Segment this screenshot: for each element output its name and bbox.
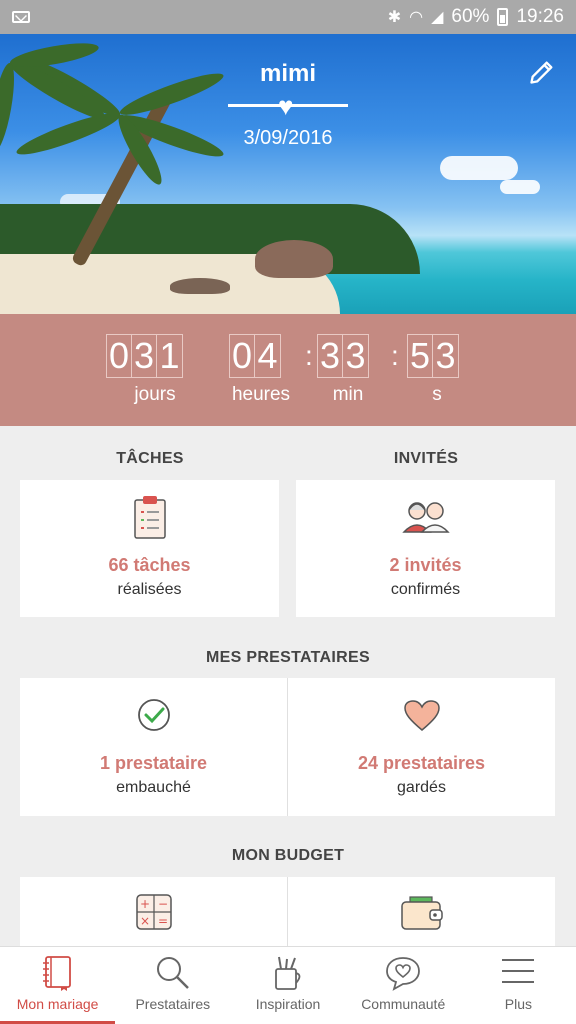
wallet-icon [400,896,443,930]
svg-text:−: − [157,897,167,911]
bottom-navigation: Mon mariage Prestataires Inspiration Com… [0,946,576,1024]
budget-title: MON BUDGET [231,847,345,864]
budget-card: + − × = [20,877,555,957]
tasks-subtitle: réalisées [117,581,182,598]
digit: 5 [408,335,433,377]
countdown-separator: : [391,340,399,371]
digit: 3 [345,335,366,376]
clipboard-icon [133,496,166,539]
nav-communaute[interactable]: Communauté [346,947,461,1024]
digit: 3 [318,335,343,377]
nav-label: Communauté [361,996,446,1012]
wifi-icon: ◠ [409,9,424,26]
nav-plus[interactable]: Plus [461,947,576,1024]
nav-label: Plus [504,996,533,1012]
menu-icon [502,959,535,983]
edit-pencil-icon[interactable] [528,58,556,86]
countdown-days: 0 3 1 [106,334,183,378]
status-bar: ✱ ◠ ◢ 60% 19:26 [0,0,576,34]
svg-text:+: + [139,897,149,911]
search-icon [156,957,189,989]
countdown: 0 3 1 0 4 : 3 3 : 5 3 jours heures min s [0,314,576,426]
vendors-hired[interactable]: 1 prestataire embauché [20,678,287,816]
svg-text:×: × [139,914,149,928]
hero-banner: mimi ♥ 3/09/2016 [0,34,576,314]
nav-inspiration[interactable]: Inspiration [230,947,345,1024]
days-label: jours [134,384,176,405]
calculator-icon: + − × = [135,894,172,930]
guests-card[interactable]: 2 invités confirmés [296,480,555,617]
nav-label: Inspiration [255,996,321,1012]
digit: 1 [159,335,180,376]
clock: 19:26 [516,6,564,27]
vendors-hired-subtitle: embauché [116,779,191,796]
vendors-title: MES PRESTATAIRES [206,649,370,666]
wedding-date: 3/09/2016 [243,127,333,149]
minutes-label: min [332,384,364,405]
bluetooth-icon: ✱ [387,9,402,26]
digit: 0 [230,335,255,377]
guests-count: 2 invités [389,555,462,575]
nav-label: Prestataires [135,996,211,1012]
battery-percent: 60% [451,6,490,27]
digit: 3 [132,335,157,377]
heart-icon: ♥ [278,91,294,121]
budget-wallet[interactable] [288,877,555,957]
hours-label: heures [231,384,291,405]
checkmark-circle-icon [137,699,170,731]
guests-title: INVITÉS [393,450,459,467]
status-right: ✱ ◠ ◢ 60% 19:26 [388,6,564,28]
nav-prestataires[interactable]: Prestataires [115,947,230,1024]
budget-calculator[interactable]: + − × = [20,877,287,957]
digit: 3 [435,335,456,376]
vendors-saved-subtitle: gardés [397,779,446,796]
countdown-seconds: 5 3 [407,334,459,378]
mail-notification-icon [12,11,30,23]
battery-icon [497,8,509,26]
seconds-label: s [432,384,442,405]
countdown-separator: : [305,340,313,371]
nav-label: Mon mariage [16,996,99,1012]
tasks-title: TÂCHES [116,450,184,467]
vendors-saved-count: 24 prestataires [357,753,486,773]
svg-text:=: = [157,914,167,928]
vendors-hired-count: 1 prestataire [99,753,208,773]
notebook-icon [42,956,71,991]
chat-heart-icon [386,957,421,991]
wedding-name: mimi [259,60,316,87]
brush-cup-icon [275,956,301,990]
heart-icon [403,700,440,731]
signal-icon: ◢ [431,9,444,26]
vendors-saved[interactable]: 24 prestataires gardés [288,678,555,816]
countdown-hours: 0 4 [229,334,281,378]
digit: 4 [257,335,278,376]
vendors-card: 1 prestataire embauché 24 prestataires g… [20,678,555,816]
countdown-minutes: 3 3 [317,334,369,378]
guests-couple-icon [401,502,450,533]
tasks-count: 66 tâches [108,555,191,575]
tasks-card[interactable]: 66 tâches réalisées [20,480,279,617]
guests-subtitle: confirmés [390,581,461,598]
nav-mon-mariage[interactable]: Mon mariage [0,947,116,1024]
digit: 0 [107,335,132,377]
